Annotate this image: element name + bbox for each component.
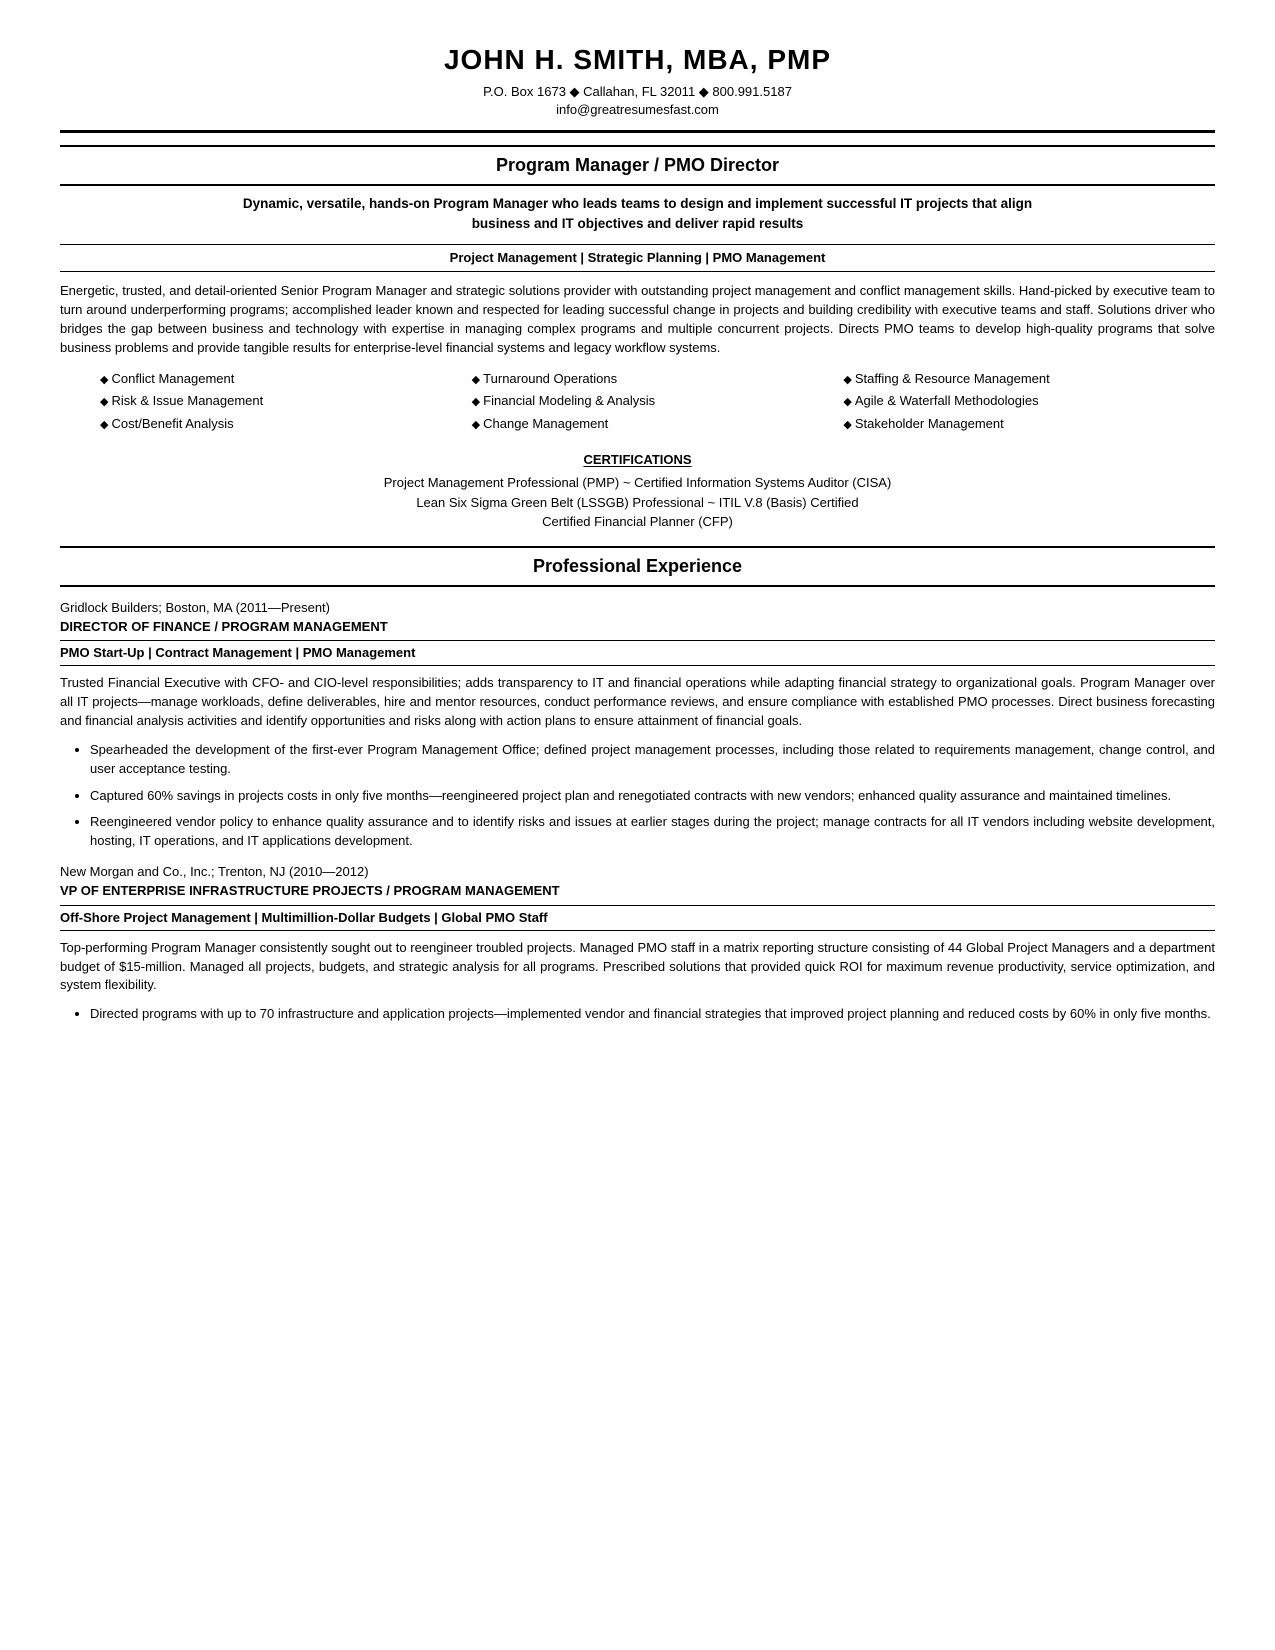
professional-experience-header: Professional Experience [60,546,1215,587]
job-1-title: DIRECTOR OF FINANCE / PROGRAM MANAGEMENT [60,618,1215,636]
competencies-bar: Project Management | Strategic Planning … [60,244,1215,272]
certifications-section: CERTIFICATIONS Project Management Profes… [60,451,1215,532]
skills-col-2: Turnaround Operations Financial Modeling… [472,370,844,437]
candidate-name: JOHN H. SMITH, MBA, PMP [60,40,1215,79]
job-2-description: Top-performing Program Manager consisten… [60,939,1215,996]
skills-col-3: Staffing & Resource Management Agile & W… [843,370,1215,437]
role-title-box: Program Manager / PMO Director [60,145,1215,186]
job-1-description: Trusted Financial Executive with CFO- an… [60,674,1215,731]
skill-item: Agile & Waterfall Methodologies [843,392,1215,410]
job-2-company: New Morgan and Co., Inc.; Trenton, NJ (2… [60,863,1215,881]
email-address: info@greatresumesfast.com [60,101,1215,119]
prof-exp-title: Professional Experience [60,554,1215,579]
role-title: Program Manager / PMO Director [60,153,1215,178]
job-1-company: Gridlock Builders; Boston, MA (2011—Pres… [60,599,1215,617]
certifications-heading: CERTIFICATIONS [60,451,1215,469]
skill-item: Financial Modeling & Analysis [472,392,844,410]
skill-item: Cost/Benefit Analysis [100,415,472,433]
job-2-bullets: Directed programs with up to 70 infrastr… [90,1005,1215,1024]
job-1-header: Gridlock Builders; Boston, MA (2011—Pres… [60,599,1215,636]
skill-item: Staffing & Resource Management [843,370,1215,388]
bullet-item: Directed programs with up to 70 infrastr… [90,1005,1215,1024]
job-2-title: VP OF ENTERPRISE INFRASTRUCTURE PROJECTS… [60,882,1215,900]
bullet-item: Captured 60% savings in projects costs i… [90,787,1215,806]
skills-col-1: Conflict Management Risk & Issue Managem… [100,370,472,437]
job-1-subtitle: PMO Start-Up | Contract Management | PMO… [60,640,1215,666]
contact-info: P.O. Box 1673 ◆ Callahan, FL 32011 ◆ 800… [483,84,792,99]
skill-item: Turnaround Operations [472,370,844,388]
bullet-item: Spearheaded the development of the first… [90,741,1215,779]
job-2-header: New Morgan and Co., Inc.; Trenton, NJ (2… [60,863,1215,900]
summary-text: Energetic, trusted, and detail-oriented … [60,282,1215,357]
job-1-bullets: Spearheaded the development of the first… [90,741,1215,851]
tagline-line2: business and IT objectives and deliver r… [472,216,804,231]
skill-item: Conflict Management [100,370,472,388]
skills-grid: Conflict Management Risk & Issue Managem… [100,370,1215,437]
cert-line3: Certified Financial Planner (CFP) [60,512,1215,532]
contact-line: P.O. Box 1673 ◆ Callahan, FL 32011 ◆ 800… [60,83,1215,101]
skill-item: Change Management [472,415,844,433]
cert-line2: Lean Six Sigma Green Belt (LSSGB) Profes… [60,493,1215,513]
tagline-line1: Dynamic, versatile, hands-on Program Man… [243,196,1032,211]
bullet-item: Reengineered vendor policy to enhance qu… [90,813,1215,851]
tagline: Dynamic, versatile, hands-on Program Man… [60,194,1215,235]
skill-item: Stakeholder Management [843,415,1215,433]
job-2-subtitle: Off-Shore Project Management | Multimill… [60,905,1215,931]
resume-header: JOHN H. SMITH, MBA, PMP P.O. Box 1673 ◆ … [60,40,1215,133]
cert-line1: Project Management Professional (PMP) ~ … [60,473,1215,493]
skill-item: Risk & Issue Management [100,392,472,410]
